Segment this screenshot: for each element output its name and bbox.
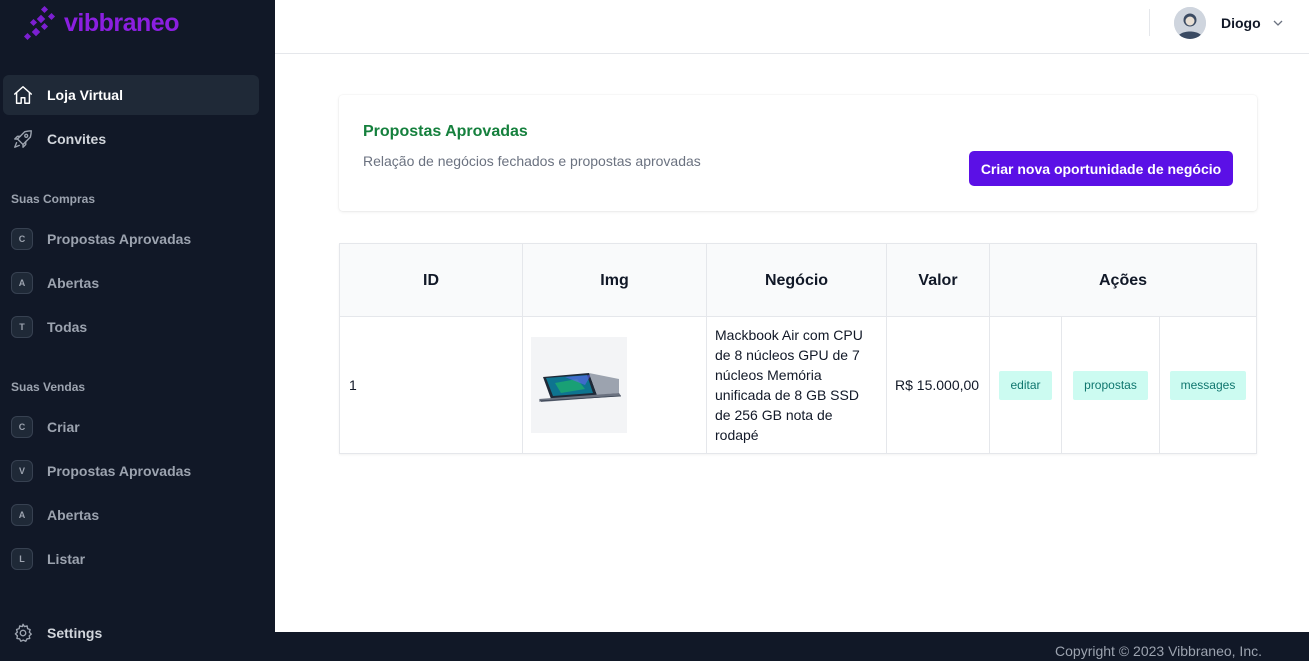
section-title-suas-vendas: Suas Vendas [11, 380, 86, 394]
gear-icon [12, 622, 34, 644]
sidebar-item-label: Convites [47, 131, 107, 147]
top-header: Diogo [275, 0, 1309, 54]
create-opportunity-button[interactable]: Criar nova oportunidade de negócio [969, 151, 1233, 186]
table-header: ID Img Negócio Valor Ações [340, 244, 1256, 317]
proposals-table: ID Img Negócio Valor Ações 1 Mackbook Ai… [339, 243, 1257, 454]
cell-action-messages: messages [1160, 317, 1256, 453]
letter-badge: L [11, 548, 33, 570]
sidebar-item-label: Abertas [47, 275, 100, 291]
laptop-image [538, 373, 622, 402]
brand-name: vibbraneo [64, 8, 179, 37]
messages-button[interactable]: messages [1169, 370, 1247, 400]
letter-badge: V [11, 460, 33, 482]
avatar[interactable] [1174, 7, 1206, 39]
user-name[interactable]: Diogo [1221, 15, 1261, 31]
sidebar-item-label: Criar [47, 419, 80, 435]
chevron-down-icon[interactable] [1272, 16, 1284, 34]
section-title-suas-compras: Suas Compras [11, 192, 96, 206]
sidebar-item-label: Todas [47, 319, 88, 335]
sidebar-item-label: Propostas Aprovadas [47, 463, 192, 479]
sidebar-item-vendas-abertas[interactable]: A Abertas [3, 495, 259, 535]
proposals-button[interactable]: propostas [1073, 370, 1148, 400]
cell-negocio: Mackbook Air com CPU de 8 núcleos GPU de… [707, 317, 887, 453]
page-header-card: Propostas Aprovadas Relação de negócios … [339, 95, 1257, 211]
sidebar-item-label: Propostas Aprovadas [47, 231, 192, 247]
letter-badge: T [11, 316, 33, 338]
column-header-id: ID [340, 244, 523, 317]
letter-badge: C [11, 416, 33, 438]
rocket-icon [12, 128, 34, 150]
header-divider [1149, 9, 1150, 36]
column-header-negocio: Negócio [707, 244, 887, 317]
sidebar-item-convites[interactable]: Convites [3, 119, 259, 159]
sidebar-item-vendas-listar[interactable]: L Listar [3, 539, 259, 579]
sidebar-item-loja-virtual[interactable]: Loja Virtual [3, 75, 259, 115]
sidebar-item-label: Settings [47, 625, 103, 641]
logo-icon [23, 5, 56, 41]
sidebar-item-label: Abertas [47, 507, 100, 523]
sidebar-item-compras-abertas[interactable]: A Abertas [3, 263, 259, 303]
footer: Copyright © 2023 Vibbraneo, Inc. [275, 632, 1309, 661]
sidebar: vibbraneo Loja Virtual Convites Suas Com… [0, 0, 275, 661]
cell-action-proposals: propostas [1062, 317, 1160, 453]
letter-badge: A [11, 504, 33, 526]
page-subtitle: Relação de negócios fechados e propostas… [363, 153, 701, 169]
sidebar-item-vendas-propostas-aprovadas[interactable]: V Propostas Aprovadas [3, 451, 259, 491]
letter-badge: C [11, 228, 33, 250]
edit-button[interactable]: editar [999, 370, 1052, 400]
sidebar-item-label: Loja Virtual [47, 87, 123, 103]
sidebar-item-vendas-criar[interactable]: C Criar [3, 407, 259, 447]
sidebar-item-label: Listar [47, 551, 86, 567]
column-header-img: Img [523, 244, 707, 317]
sidebar-item-settings[interactable]: Settings [3, 613, 259, 653]
product-thumbnail[interactable] [531, 337, 627, 433]
cell-id: 1 [340, 317, 523, 453]
copyright-text: Copyright © 2023 Vibbraneo, Inc. [1055, 643, 1262, 659]
letter-badge: A [11, 272, 33, 294]
cell-action-edit: editar [990, 317, 1062, 453]
sidebar-item-compras-propostas-aprovadas[interactable]: C Propostas Aprovadas [3, 219, 259, 259]
page-title: Propostas Aprovadas [363, 123, 528, 140]
cell-img [523, 317, 707, 453]
cell-valor: R$ 15.000,00 [887, 317, 990, 453]
column-header-acoes: Ações [1098, 271, 1148, 289]
home-icon [12, 84, 34, 106]
column-header-valor: Valor [887, 244, 990, 317]
sidebar-item-compras-todas[interactable]: T Todas [3, 307, 259, 347]
brand-logo[interactable]: vibbraneo [22, 4, 179, 42]
